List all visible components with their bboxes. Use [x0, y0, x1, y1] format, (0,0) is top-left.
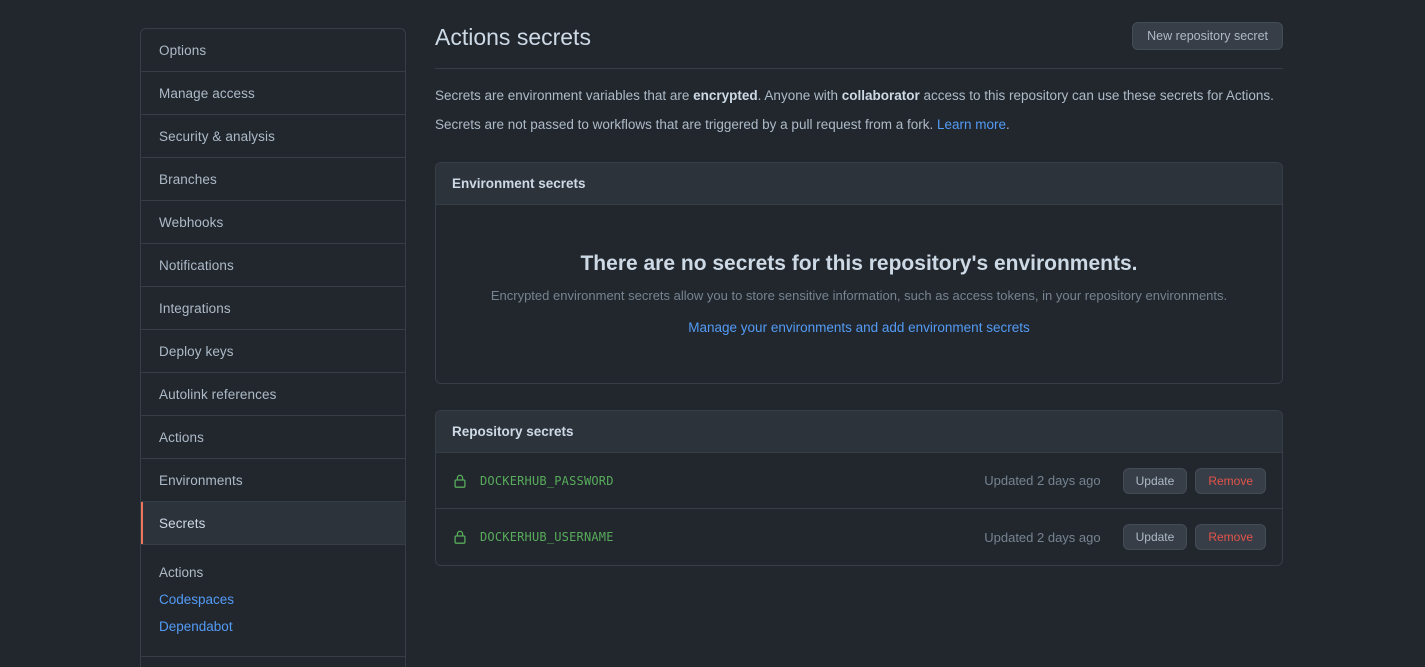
new-repository-secret-button[interactable]: New repository secret: [1132, 22, 1283, 50]
sidebar-item-label: Options: [159, 43, 206, 58]
sidebar-item-secrets[interactable]: Secrets: [141, 502, 405, 545]
sidebar-subitem-dependabot[interactable]: Dependabot: [159, 613, 405, 640]
environment-secrets-empty-state: There are no secrets for this repository…: [436, 205, 1282, 383]
page-header: Actions secrets New repository secret: [435, 22, 1283, 69]
desc-text-3: access to this repository can use these …: [920, 88, 1274, 103]
sidebar-item-label: Webhooks: [159, 215, 223, 230]
sidebar-item-label: Environments: [159, 473, 243, 488]
sidebar-item-manage-access[interactable]: Manage access: [141, 72, 405, 115]
page-title: Actions secrets: [435, 22, 591, 52]
environment-secrets-panel: Environment secrets There are no secrets…: [435, 162, 1283, 384]
settings-page: Options Manage access Security & analysis B…: [0, 0, 1425, 667]
repository-secrets-panel: Repository secrets DOCKERHUB_PASSWORD Upd…: [435, 410, 1283, 566]
sidebar-item-notifications[interactable]: Notifications: [141, 244, 405, 287]
learn-more-link[interactable]: Learn more: [937, 117, 1006, 132]
secret-row: DOCKERHUB_PASSWORD Updated 2 days ago Upda…: [436, 453, 1282, 509]
desc-text-2: . Anyone with: [758, 88, 842, 103]
sidebar-item-label: Autolink references: [159, 387, 276, 402]
main-content: Actions secrets New repository secret Se…: [435, 22, 1283, 566]
sidebar-item-label: Deploy keys: [159, 344, 234, 359]
sidebar-item-label: Branches: [159, 172, 217, 187]
secret-updated-time: Updated 2 days ago: [984, 473, 1100, 488]
sidebar-item-options[interactable]: Options: [141, 29, 405, 72]
secret-name: DOCKERHUB_USERNAME: [480, 530, 614, 544]
lock-icon: [452, 529, 480, 545]
sidebar-item-label: Notifications: [159, 258, 234, 273]
secret-name: DOCKERHUB_PASSWORD: [480, 474, 614, 488]
desc-bold-encrypted: encrypted: [693, 88, 758, 103]
update-secret-button[interactable]: Update: [1123, 524, 1188, 550]
sidebar-item-label: Security & analysis: [159, 129, 275, 144]
remove-secret-button[interactable]: Remove: [1195, 468, 1266, 494]
secrets-description-line-1: Secrets are environment variables that a…: [435, 85, 1283, 107]
sidebar-item-label: Integrations: [159, 301, 231, 316]
sidebar-item-environments[interactable]: Environments: [141, 459, 405, 502]
secret-updated-time: Updated 2 days ago: [984, 530, 1100, 545]
sidebar-item-branches[interactable]: Branches: [141, 158, 405, 201]
update-secret-button[interactable]: Update: [1123, 468, 1188, 494]
desc-text-4: Secrets are not passed to workflows that…: [435, 117, 937, 132]
lock-icon: [452, 473, 480, 489]
sidebar-subitem-actions: Actions: [159, 559, 405, 586]
manage-environments-link[interactable]: Manage your environments and add environ…: [688, 320, 1029, 335]
secret-row: DOCKERHUB_USERNAME Updated 2 days ago Upda…: [436, 509, 1282, 565]
empty-state-subtitle: Encrypted environment secrets allow you …: [456, 286, 1262, 306]
sidebar-item-deploy-keys[interactable]: Deploy keys: [141, 330, 405, 373]
sidebar-item-label: Manage access: [159, 86, 255, 101]
sidebar-item-security-analysis[interactable]: Security & analysis: [141, 115, 405, 158]
environment-secrets-panel-title: Environment secrets: [436, 163, 1282, 205]
sidebar-item-integrations[interactable]: Integrations: [141, 287, 405, 330]
empty-state-title: There are no secrets for this repository…: [456, 249, 1262, 279]
secrets-description-line-2: Secrets are not passed to workflows that…: [435, 114, 1283, 136]
settings-sidebar: Options Manage access Security & analysis B…: [140, 28, 406, 667]
sidebar-overflow-item: [141, 657, 405, 667]
sidebar-item-autolink-references[interactable]: Autolink references: [141, 373, 405, 416]
desc-text-5: .: [1006, 117, 1010, 132]
sidebar-item-label: Actions: [159, 430, 204, 445]
sidebar-item-label: Secrets: [159, 516, 205, 531]
sidebar-item-actions[interactable]: Actions: [141, 416, 405, 459]
remove-secret-button[interactable]: Remove: [1195, 524, 1266, 550]
sidebar-subitem-codespaces[interactable]: Codespaces: [159, 586, 405, 613]
sidebar-secrets-subnav: ActionsCodespacesDependabot: [141, 545, 405, 657]
desc-text-1: Secrets are environment variables that a…: [435, 88, 693, 103]
sidebar-item-webhooks[interactable]: Webhooks: [141, 201, 405, 244]
desc-bold-collaborator: collaborator: [842, 88, 920, 103]
repository-secrets-panel-title: Repository secrets: [436, 411, 1282, 453]
